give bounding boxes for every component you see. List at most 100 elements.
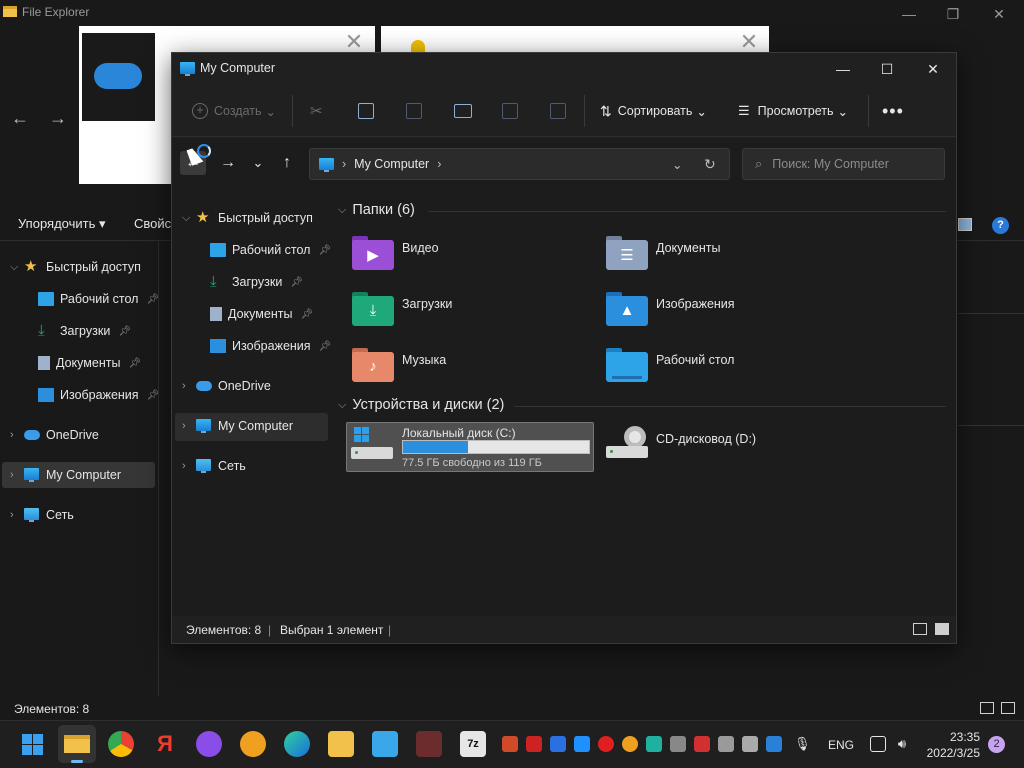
- arrange-menu[interactable]: Упорядочить ▾: [18, 216, 106, 232]
- pin-icon[interactable]: 📌︎: [318, 245, 331, 256]
- tray-app-icon[interactable]: [574, 736, 590, 752]
- restore-button[interactable]: ❐: [938, 4, 968, 24]
- chevron-right-icon[interactable]: ›: [182, 420, 196, 432]
- close-button[interactable]: ✕: [910, 59, 956, 79]
- minimize-button[interactable]: —: [894, 4, 924, 24]
- chevron-down-icon[interactable]: ⌵: [182, 212, 196, 225]
- sidebar-item-documents[interactable]: Документы 📌︎: [24, 351, 141, 375]
- sort-button[interactable]: ⇅ Сортировать ⌄: [600, 100, 707, 122]
- paste-button[interactable]: [406, 100, 422, 122]
- network-icon[interactable]: [870, 736, 886, 752]
- files-icon[interactable]: [328, 731, 354, 757]
- chrome-icon[interactable]: [108, 731, 134, 757]
- alice-icon[interactable]: [196, 731, 222, 757]
- address-bar[interactable]: › My Computer › ⌄ ↻: [309, 148, 730, 180]
- up-button[interactable]: ↑: [274, 151, 300, 175]
- folder-documents[interactable]: ☰ Документы: [606, 234, 846, 278]
- share-button[interactable]: [502, 100, 518, 122]
- sidebar-item-network[interactable]: › Сеть: [10, 503, 74, 527]
- language-indicator[interactable]: ENG: [828, 738, 854, 752]
- maximize-button[interactable]: ☐: [864, 59, 910, 79]
- tray-app-icon[interactable]: [526, 736, 542, 752]
- drive-c[interactable]: Локальный диск (C:) 77.5 ГБ свободно из …: [346, 422, 594, 472]
- folder-desktop[interactable]: Рабочий стол: [606, 346, 846, 390]
- chevron-right-icon[interactable]: ›: [10, 429, 24, 441]
- pin-icon[interactable]: 📌︎: [300, 309, 313, 320]
- rename-button[interactable]: [454, 100, 472, 122]
- refresh-icon[interactable]: ↻: [704, 156, 716, 173]
- nav-item-network[interactable]: › Сеть: [182, 454, 246, 478]
- volume-icon[interactable]: 🔊︎: [894, 736, 910, 752]
- nav-item-onedrive[interactable]: › OneDrive: [182, 374, 271, 398]
- pin-icon[interactable]: 📌︎: [319, 341, 332, 352]
- pin-icon[interactable]: 📌︎: [128, 358, 141, 369]
- nav-item-my-computer[interactable]: › My Computer: [182, 414, 293, 438]
- details-view-icon[interactable]: [980, 702, 994, 714]
- tiles-view-icon[interactable]: [1001, 702, 1015, 714]
- minimize-button[interactable]: —: [820, 59, 866, 79]
- details-view-icon[interactable]: [913, 623, 927, 635]
- 7zip-icon[interactable]: 7z: [460, 731, 486, 757]
- folders-group-header[interactable]: ⌵ Папки (6): [338, 202, 946, 218]
- nav-item-quick-access[interactable]: ⌵ ★ Быстрый доступ: [182, 206, 313, 230]
- clock[interactable]: 23:35 2022/3/25: [927, 729, 980, 761]
- tray-app-icon[interactable]: [502, 736, 518, 752]
- search-input[interactable]: ⌕ Поиск: My Computer: [742, 148, 945, 180]
- chevron-right-icon[interactable]: ›: [182, 460, 196, 472]
- delete-button[interactable]: [550, 100, 566, 122]
- breadcrumb[interactable]: My Computer: [354, 157, 429, 171]
- forward-arrow-icon[interactable]: →: [49, 108, 67, 129]
- notepad-icon[interactable]: [372, 731, 398, 757]
- yandex-icon[interactable]: Я: [152, 731, 178, 757]
- folder-videos[interactable]: ▶ Видео: [352, 234, 592, 278]
- view-button[interactable]: ☰ Просмотреть ⌄: [738, 100, 848, 122]
- sidebar-item-my-computer[interactable]: › My Computer: [10, 463, 121, 487]
- pin-icon[interactable]: 📌︎: [118, 326, 131, 337]
- notification-badge[interactable]: 2: [988, 736, 1005, 753]
- nav-item-documents[interactable]: Документы 📌︎: [196, 302, 313, 326]
- chevron-right-icon[interactable]: ›: [437, 157, 441, 171]
- chevron-right-icon[interactable]: ›: [182, 380, 196, 392]
- tray-security-icon[interactable]: [766, 736, 782, 752]
- tray-app-icon[interactable]: [694, 736, 710, 752]
- tray-app-icon[interactable]: [646, 736, 662, 752]
- nav-item-desktop[interactable]: Рабочий стол 📌︎: [196, 238, 331, 262]
- chevron-down-icon[interactable]: ⌵: [338, 399, 346, 412]
- chevron-down-icon[interactable]: ⌵: [338, 204, 346, 217]
- address-dropdown-icon[interactable]: ⌄: [672, 157, 682, 172]
- tray-yandex-icon[interactable]: [598, 736, 614, 752]
- sidebar-item-onedrive[interactable]: › OneDrive: [10, 423, 99, 447]
- tray-app-icon[interactable]: [622, 736, 638, 752]
- pin-icon[interactable]: 📌︎: [146, 294, 159, 305]
- recent-locations-button[interactable]: ⌄: [245, 151, 271, 175]
- tray-app-icon[interactable]: [742, 736, 758, 752]
- new-button[interactable]: + Создать ⌄: [192, 100, 276, 122]
- sidebar-item-quick-access[interactable]: ⌵ ★ Быстрый доступ: [10, 255, 141, 279]
- chevron-right-icon[interactable]: ›: [10, 509, 24, 521]
- taskbar-file-explorer[interactable]: [58, 725, 96, 763]
- back-arrow-icon[interactable]: ←: [11, 108, 29, 129]
- chevron-right-icon[interactable]: ›: [342, 157, 346, 171]
- tiles-view-icon[interactable]: [935, 623, 949, 635]
- preview-pane-icon[interactable]: [958, 218, 972, 231]
- devices-group-header[interactable]: ⌵ Устройства и диски (2): [338, 397, 946, 413]
- tray-app-icon[interactable]: [670, 736, 686, 752]
- close-button[interactable]: ✕: [984, 4, 1014, 24]
- sidebar-item-pictures[interactable]: Изображения 📌︎: [24, 383, 159, 407]
- sidebar-item-desktop[interactable]: Рабочий стол 📌︎: [24, 287, 159, 311]
- pin-icon[interactable]: 📌︎: [147, 390, 160, 401]
- chevron-right-icon[interactable]: ›: [10, 469, 24, 481]
- microphone-icon[interactable]: 🎙︎: [794, 736, 811, 752]
- tray-app-icon[interactable]: [550, 736, 566, 752]
- drive-d[interactable]: CD-дисковод (D:): [606, 422, 854, 472]
- tray-app-icon[interactable]: [718, 736, 734, 752]
- sidebar-item-downloads[interactable]: ⤓ Загрузки 📌︎: [24, 319, 131, 343]
- help-icon[interactable]: ?: [992, 217, 1009, 234]
- folder-downloads[interactable]: ⤓ Загрузки: [352, 290, 592, 334]
- more-options-button[interactable]: •••: [882, 100, 904, 122]
- browser-shield-icon[interactable]: [240, 731, 266, 757]
- folder-music[interactable]: ♪ Музыка: [352, 346, 592, 390]
- cut-button[interactable]: ✂: [310, 100, 323, 122]
- start-button[interactable]: [20, 731, 46, 757]
- nav-item-downloads[interactable]: ⤓ Загрузки 📌︎: [196, 270, 303, 294]
